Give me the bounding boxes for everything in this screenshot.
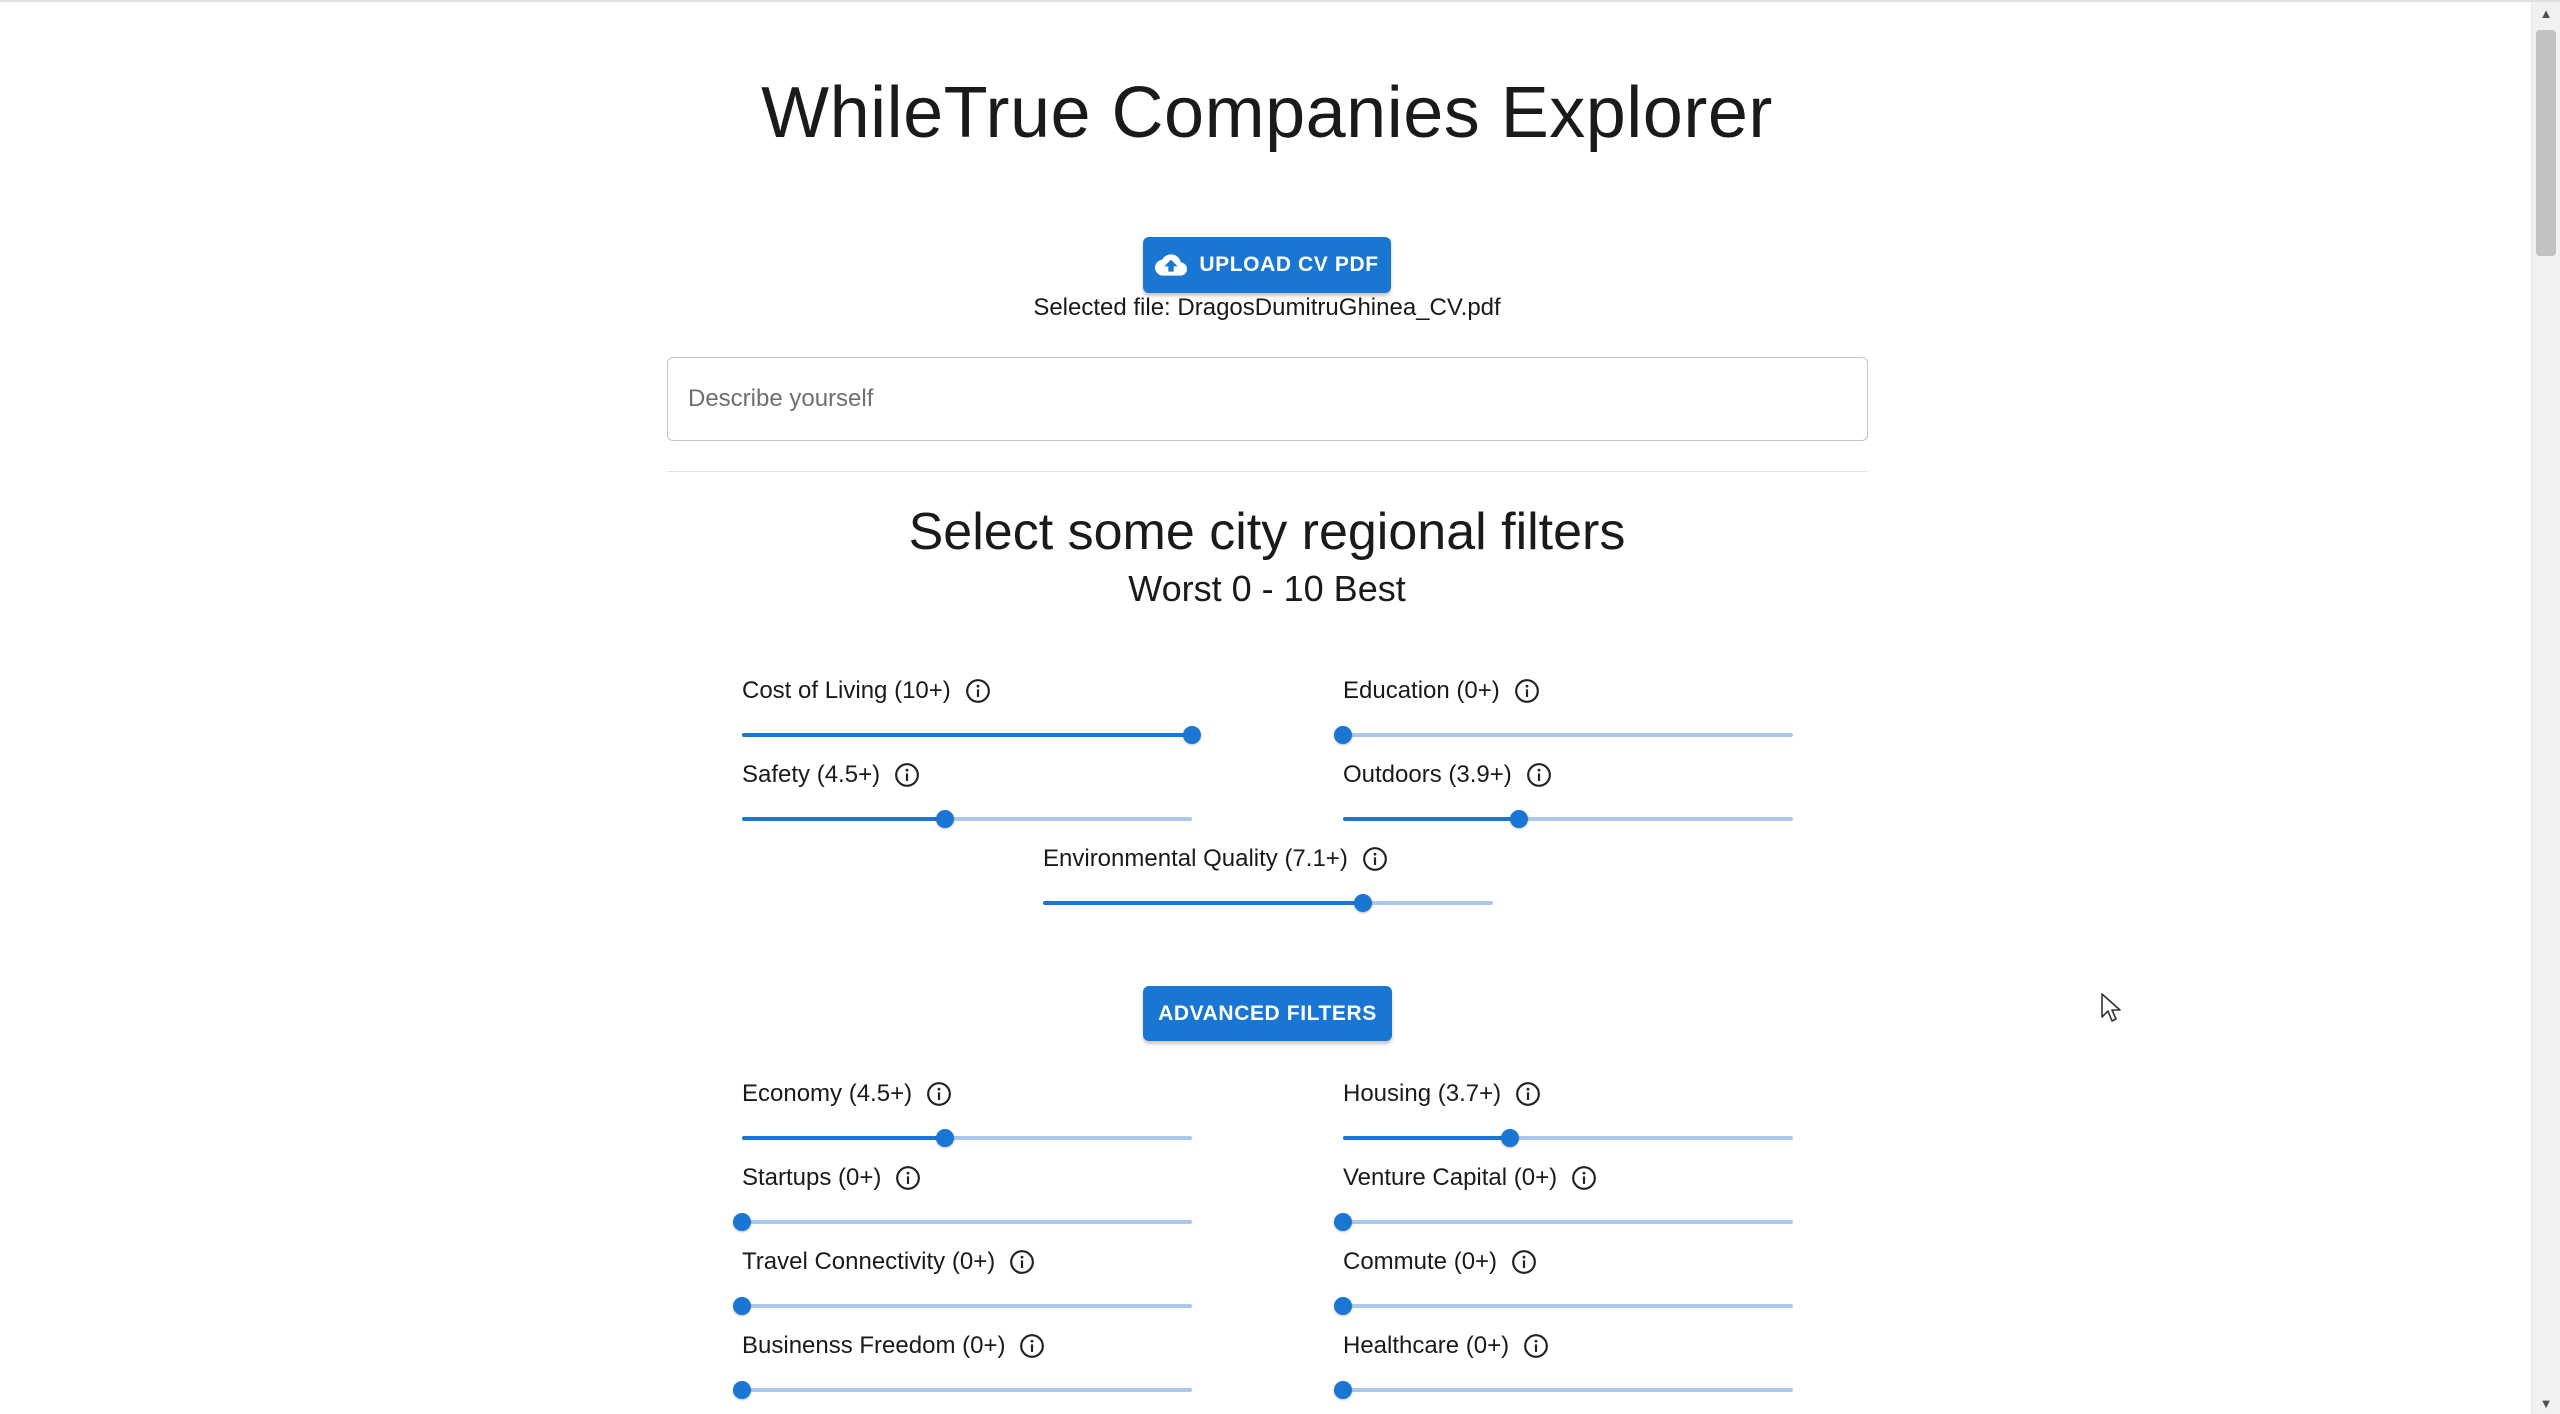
filter-label: Venture Capital (0+): [1343, 1164, 1558, 1191]
filter-safety: Safety (4.5+): [742, 759, 1192, 831]
filter-outdoors: Outdoors (3.9+): [1343, 759, 1793, 831]
slider-thumb[interactable]: [1353, 894, 1372, 912]
info-icon[interactable]: [1571, 1165, 1597, 1191]
filter-environmental-quality: Environmental Quality (7.1+): [1043, 843, 1493, 915]
filter-business-freedom: Businenss Freedom (0+): [733, 1330, 1192, 1402]
page: WhileTrue Companies Explorer UPLOAD CV P…: [0, 0, 2560, 1414]
info-icon[interactable]: [965, 678, 991, 704]
slider-rail: [1343, 1220, 1793, 1224]
healthcare-slider[interactable]: [1334, 1380, 1793, 1400]
info-icon[interactable]: [1515, 1081, 1541, 1107]
scrollbar-thumb[interactable]: [2536, 30, 2556, 256]
filter-label: Startups (0+): [742, 1164, 882, 1191]
outdoors-slider[interactable]: [1343, 809, 1793, 829]
filter-label: Outdoors (3.9+): [1343, 761, 1512, 788]
info-icon[interactable]: [1526, 762, 1552, 788]
upload-cv-label: UPLOAD CV PDF: [1199, 253, 1379, 276]
filter-label: Healthcare (0+): [1343, 1332, 1510, 1359]
info-icon[interactable]: [1362, 846, 1388, 872]
describe-yourself-input[interactable]: [667, 357, 1868, 441]
filter-economy: Economy (4.5+): [742, 1078, 1192, 1150]
slider-rail: [1343, 1304, 1793, 1308]
filter-label: Cost of Living (10+): [742, 677, 951, 704]
filter-label: Environmental Quality (7.1+): [1043, 845, 1348, 872]
slider-thumb[interactable]: [1334, 726, 1352, 744]
filter-venture-capital: Venture Capital (0+): [1334, 1162, 1793, 1234]
slider-rail: [742, 1304, 1192, 1308]
scroll-up-icon[interactable]: ▲: [2536, 5, 2556, 23]
filter-label: Economy (4.5+): [742, 1080, 913, 1107]
slider-thumb[interactable]: [935, 1129, 954, 1147]
slider-thumb[interactable]: [1334, 1213, 1352, 1231]
filter-label: Housing (3.7+): [1343, 1080, 1502, 1107]
divider: [667, 471, 1868, 472]
slider-thumb[interactable]: [1183, 726, 1201, 744]
regional-filters-title: Select some city regional filters: [908, 503, 1626, 561]
info-icon[interactable]: [1523, 1333, 1549, 1359]
info-icon[interactable]: [1511, 1249, 1537, 1275]
filter-education: Education (0+): [1334, 675, 1793, 747]
filter-label: Businenss Freedom (0+): [742, 1332, 1006, 1359]
info-icon[interactable]: [1009, 1249, 1035, 1275]
info-icon[interactable]: [1019, 1333, 1045, 1359]
startups-slider[interactable]: [733, 1212, 1192, 1232]
economy-slider[interactable]: [742, 1128, 1192, 1148]
slider-track: [1343, 1136, 1510, 1140]
slider-track: [742, 733, 1192, 737]
filter-label: Commute (0+): [1343, 1248, 1498, 1275]
vertical-scrollbar[interactable]: ▲ ▼: [2531, 2, 2560, 1414]
slider-thumb[interactable]: [1334, 1381, 1352, 1399]
slider-thumb[interactable]: [1509, 810, 1528, 828]
slider-rail: [742, 1388, 1192, 1392]
environmental-quality-slider[interactable]: [1043, 893, 1493, 913]
filter-commute: Commute (0+): [1334, 1246, 1793, 1318]
slider-rail: [1343, 1388, 1793, 1392]
info-icon[interactable]: [895, 1165, 921, 1191]
venture-capital-slider[interactable]: [1334, 1212, 1793, 1232]
slider-thumb[interactable]: [1334, 1297, 1352, 1315]
filter-label: Education (0+): [1343, 677, 1500, 704]
travel-connectivity-slider[interactable]: [733, 1296, 1192, 1316]
regional-filters-subtitle: Worst 0 - 10 Best: [1128, 568, 1406, 609]
slider-thumb[interactable]: [935, 810, 954, 828]
mouse-cursor-icon: [2101, 993, 2121, 1022]
filter-label: Safety (4.5+): [742, 761, 881, 788]
slider-thumb[interactable]: [733, 1213, 751, 1231]
slider-thumb[interactable]: [733, 1381, 751, 1399]
filter-housing: Housing (3.7+): [1343, 1078, 1793, 1150]
cloud-upload-icon: [1155, 254, 1188, 276]
info-icon[interactable]: [894, 762, 920, 788]
filter-startups: Startups (0+): [733, 1162, 1192, 1234]
slider-thumb[interactable]: [733, 1297, 751, 1315]
page-title: WhileTrue Companies Explorer: [761, 73, 1773, 153]
filter-healthcare: Healthcare (0+): [1334, 1330, 1793, 1402]
advanced-filters-button[interactable]: ADVANCED FILTERS: [1143, 986, 1392, 1041]
slider-track: [742, 817, 945, 821]
filter-travel-connectivity: Travel Connectivity (0+): [733, 1246, 1192, 1318]
education-slider[interactable]: [1334, 725, 1793, 745]
filter-label: Travel Connectivity (0+): [742, 1248, 996, 1275]
commute-slider[interactable]: [1334, 1296, 1793, 1316]
slider-thumb[interactable]: [1500, 1129, 1519, 1147]
slider-track: [1343, 817, 1519, 821]
slider-track: [1043, 901, 1363, 905]
filter-cost-of-living: Cost of Living (10+): [742, 675, 1201, 747]
info-icon[interactable]: [1514, 678, 1540, 704]
cost-of-living-slider[interactable]: [742, 725, 1201, 745]
slider-rail: [742, 1220, 1192, 1224]
selected-file-text: Selected file: DragosDumitruGhinea_CV.pd…: [1033, 294, 1501, 321]
scroll-down-icon[interactable]: ▼: [2536, 1395, 2556, 1413]
housing-slider[interactable]: [1343, 1128, 1793, 1148]
upload-cv-button[interactable]: UPLOAD CV PDF: [1143, 237, 1391, 293]
info-icon[interactable]: [926, 1081, 952, 1107]
business-freedom-slider[interactable]: [733, 1380, 1192, 1400]
slider-track: [742, 1136, 945, 1140]
slider-rail: [1343, 733, 1793, 737]
safety-slider[interactable]: [742, 809, 1192, 829]
